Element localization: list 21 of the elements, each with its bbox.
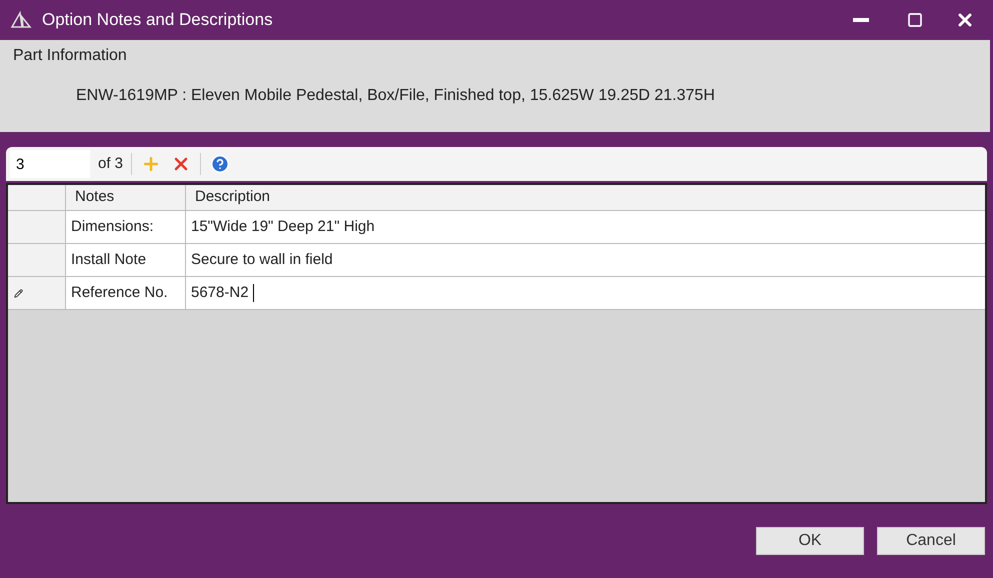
app-logo-icon: [10, 11, 32, 29]
record-position-field[interactable]: 3: [10, 150, 90, 178]
column-header[interactable]: Description: [186, 185, 985, 210]
table-cell[interactable]: 5678-N2: [186, 277, 985, 309]
ok-button[interactable]: OK: [756, 527, 864, 555]
table-cell[interactable]: Secure to wall in field: [186, 244, 985, 276]
help-icon: [210, 154, 230, 174]
window-title: Option Notes and Descriptions: [42, 9, 274, 32]
minimize-icon: [853, 18, 869, 22]
record-count: of 3: [98, 154, 124, 174]
cancel-button[interactable]: Cancel: [877, 527, 985, 555]
table-cell[interactable]: Dimensions:: [66, 211, 186, 243]
column-header[interactable]: Notes: [66, 185, 186, 210]
help-button[interactable]: [209, 153, 232, 175]
section-heading: Part Information: [13, 46, 128, 66]
pencil-icon: [14, 288, 23, 298]
table-cell[interactable]: Reference No.: [66, 277, 186, 309]
table-cell[interactable]: Install Note: [66, 244, 186, 276]
part-description: ENW-1619MP : Eleven Mobile Pedestal, Box/File, Finished top, 15.625W 19.25D 21.375H: [76, 86, 716, 106]
maximize-icon: [907, 12, 923, 28]
table-cell[interactable]: 15"Wide 19" Deep 21" High: [186, 211, 985, 243]
